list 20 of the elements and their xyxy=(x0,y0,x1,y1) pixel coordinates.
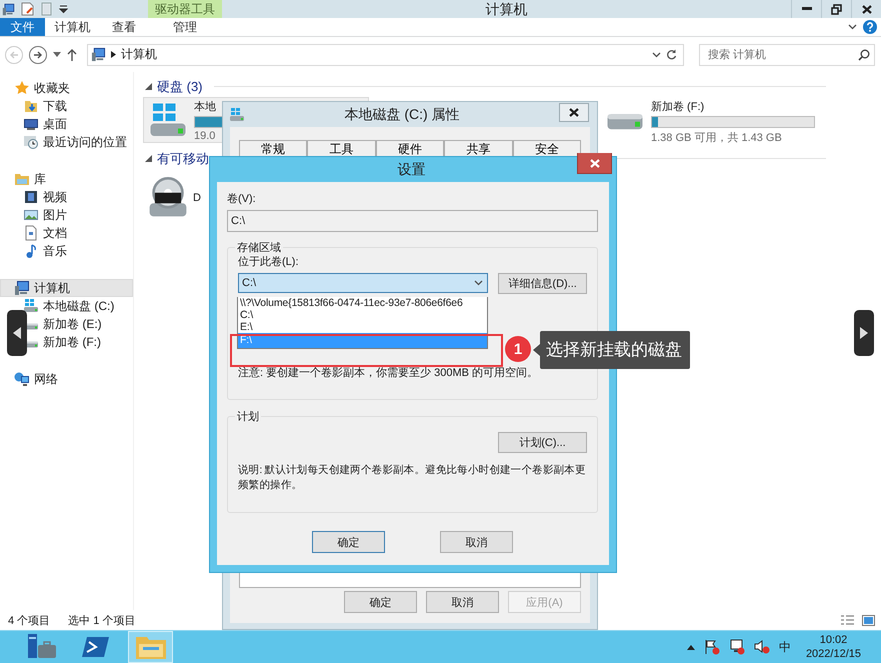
volume-field: C:\ xyxy=(227,210,598,232)
drive-name: D xyxy=(193,192,201,204)
drive-info: 19.0 xyxy=(194,130,216,142)
window-title: 计算机 xyxy=(484,0,528,18)
selection-count: 选中 1 个项目 xyxy=(68,614,136,628)
field-label: 位于此卷(L): xyxy=(238,256,298,268)
description-text: 说明: 默认计划每天创建两个卷影副本。避免比每小时创建一个卷影副本更频繁的操作。 xyxy=(238,463,587,493)
drive-name: 新加卷 (F:) xyxy=(651,101,706,114)
group-label: 存储区域 xyxy=(236,241,282,255)
address-text: 计算机 xyxy=(121,46,157,63)
item-count: 4 个项目 xyxy=(8,614,50,628)
dialog-title: 设置 xyxy=(396,160,426,178)
drive-name: 本地 xyxy=(194,101,217,114)
tool-group-label: 驱动器工具 xyxy=(148,0,222,18)
drive-info: 1.38 GB 可用，共 1.43 GB xyxy=(651,131,783,145)
group-label: 计划 xyxy=(236,410,260,424)
callout: 选择新挂载的磁盘 xyxy=(540,331,690,369)
field-label: 卷(V): xyxy=(227,192,257,206)
dialog-title: 本地磁盘 (C:) 属性 xyxy=(343,106,461,124)
note-text: 注意: 要创建一个卷影副本，你需要至少 300MB 的可用空间。 xyxy=(238,366,540,380)
